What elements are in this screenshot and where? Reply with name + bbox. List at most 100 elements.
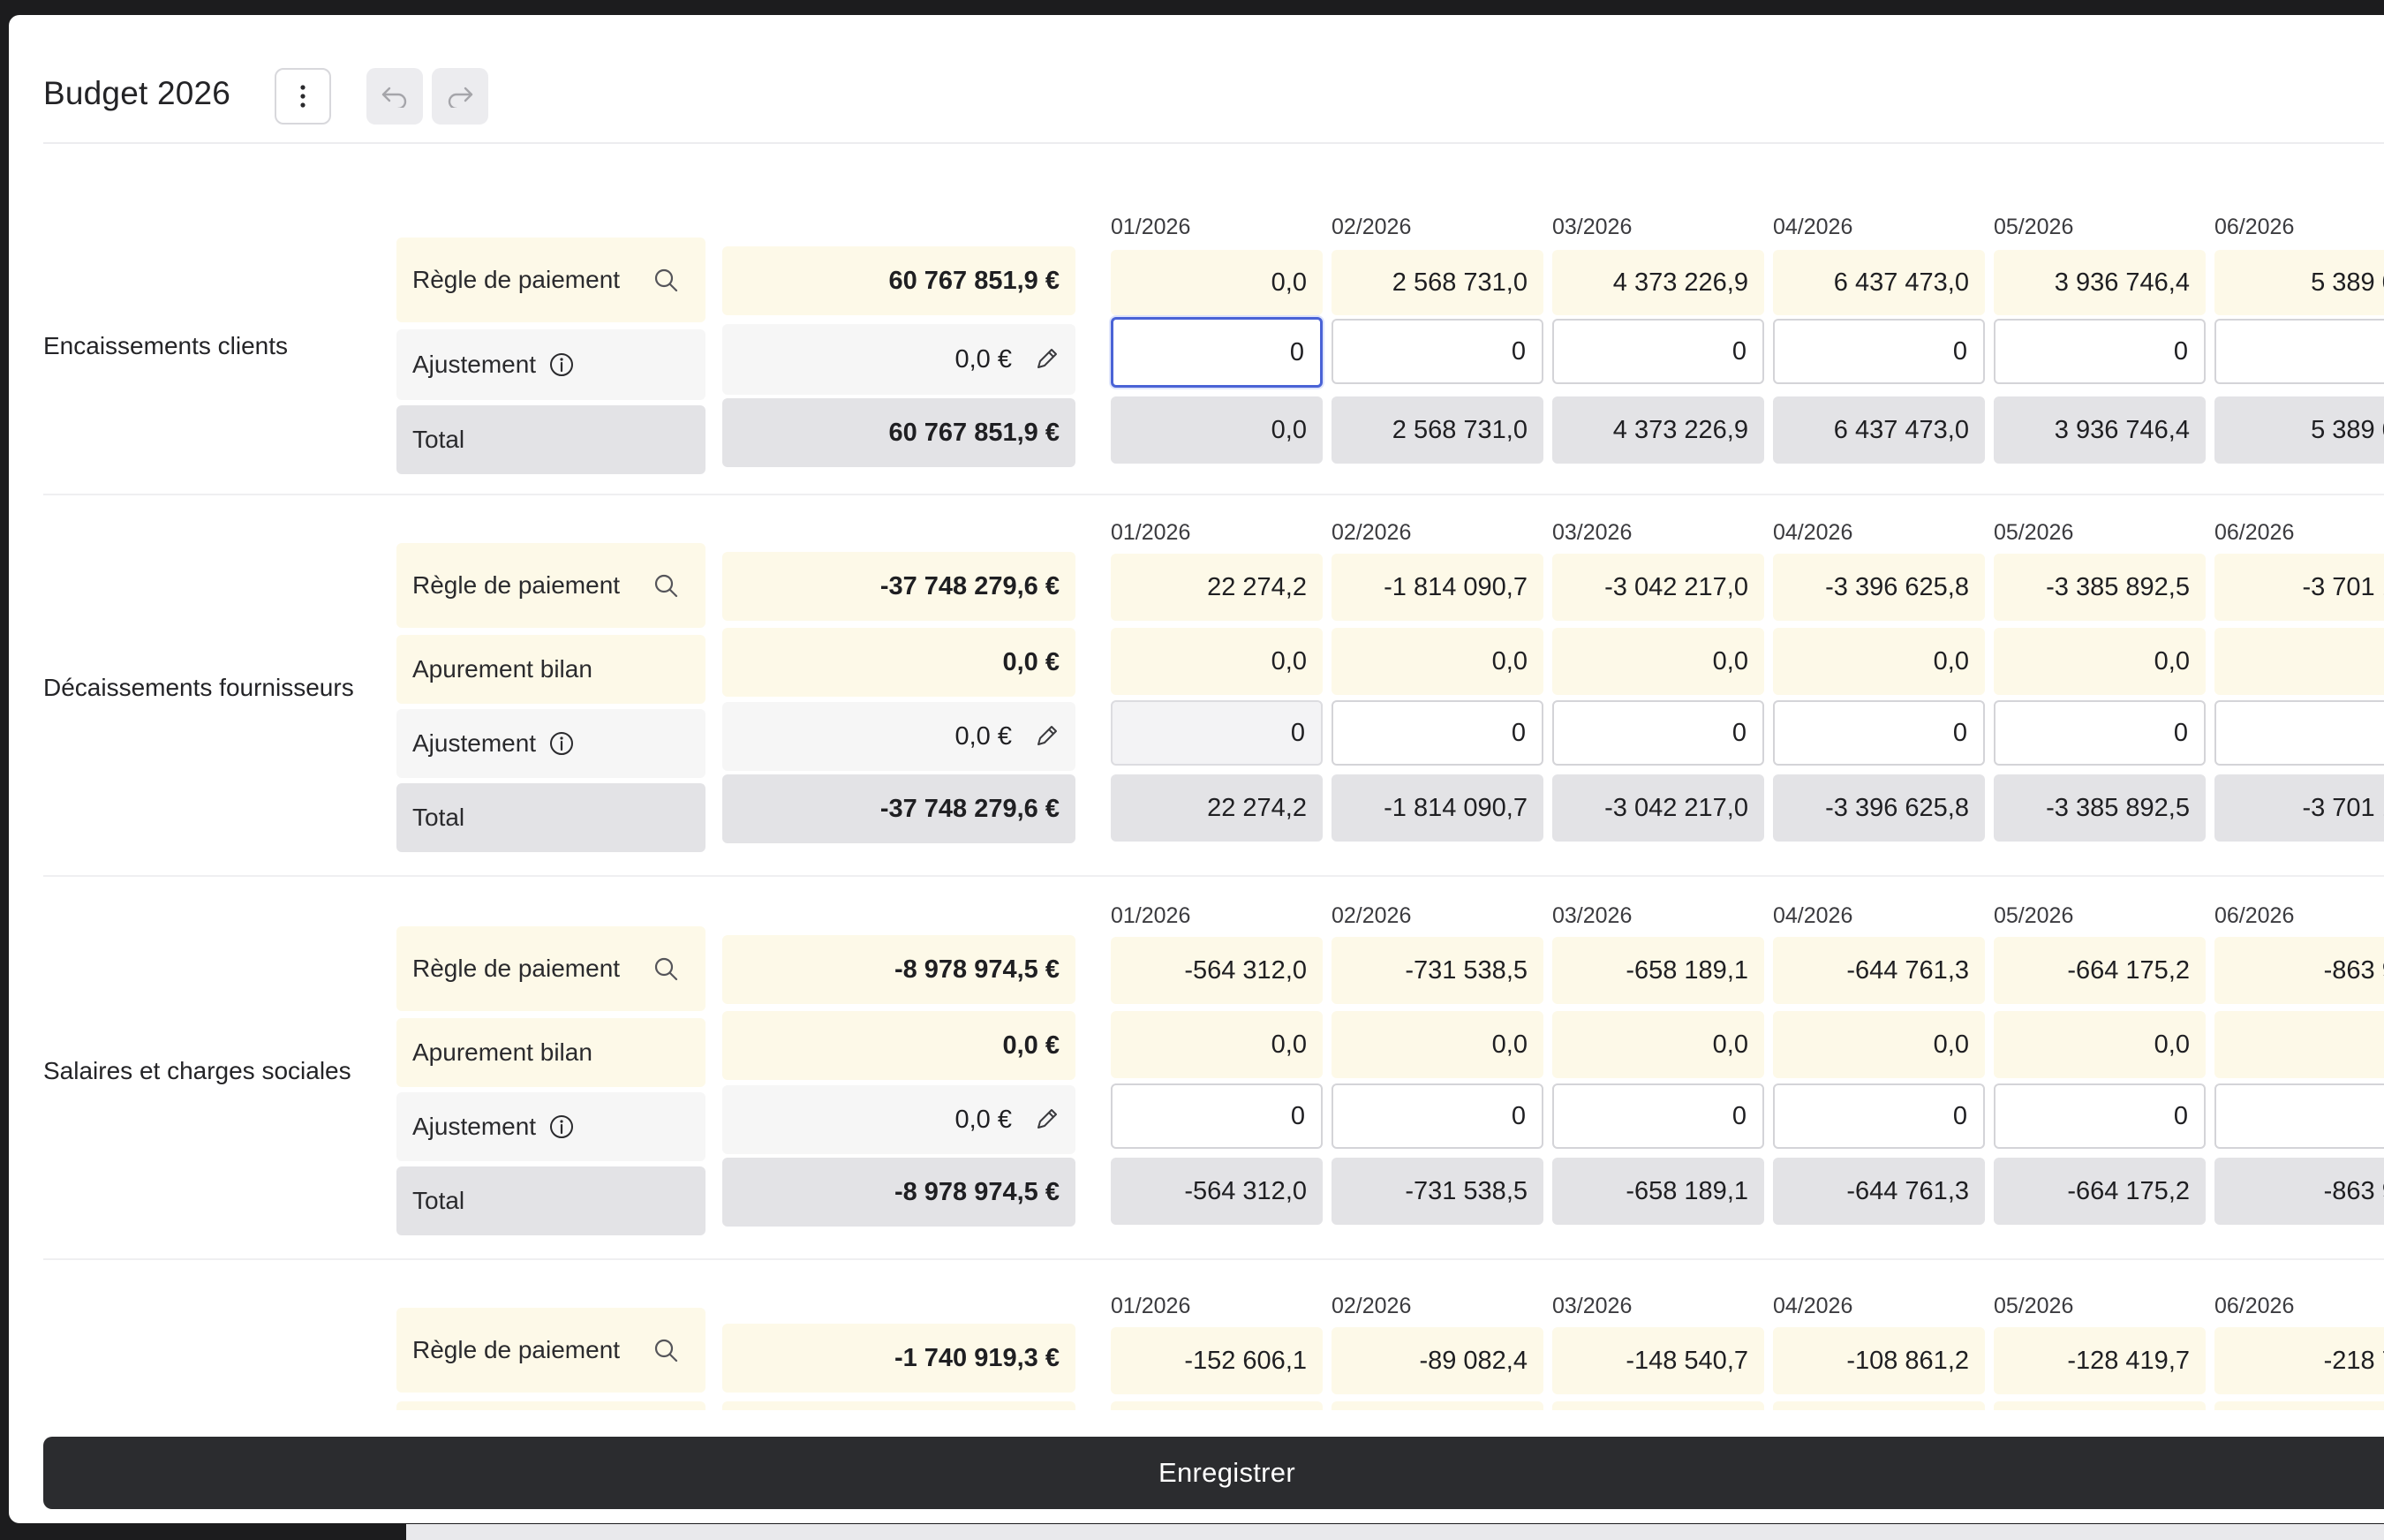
total-cell: 0,0	[1111, 396, 1323, 464]
row-label-payment-rule[interactable]: Règle de paiement	[396, 926, 705, 1011]
month-label: 06/2026	[2214, 1294, 2295, 1318]
adjustment-input[interactable]: 0	[1994, 319, 2206, 384]
sum-value: 0,0 €	[954, 344, 1013, 374]
pencil-icon[interactable]	[1033, 346, 1060, 373]
adjustment-input[interactable]: 0	[1111, 317, 1323, 388]
row-label-text: Règle de paiement	[412, 955, 621, 982]
month-label: 05/2026	[1994, 1294, 2074, 1318]
value-cell-next-peek	[2214, 1401, 2384, 1410]
total-cell: -3 396 625,8	[1773, 774, 1985, 842]
adjustment-input[interactable]: 0	[1332, 1083, 1543, 1149]
search-icon[interactable]	[653, 1337, 679, 1363]
month-label: 01/2026	[1111, 520, 1191, 545]
redo-button[interactable]	[432, 68, 488, 125]
row-label-text: Règle de paiement	[412, 1336, 621, 1363]
month-label: 05/2026	[1994, 215, 2074, 239]
info-icon[interactable]	[548, 730, 575, 757]
adjustment-input[interactable]: 0	[1111, 700, 1323, 766]
row-label-adjustment: Ajustement	[396, 329, 705, 400]
adjustment-sum-cell: 0,0 €	[722, 1085, 1075, 1154]
value-cell: 0	[2214, 1011, 2384, 1078]
modal-header: Budget 2026	[43, 50, 2384, 126]
adjustment-input[interactable]	[2214, 319, 2384, 384]
pencil-icon[interactable]	[1033, 723, 1060, 750]
budget-modal: Budget 2026 Encaissements clients 01/202…	[9, 15, 2384, 1523]
month-headers: 01/2026 02/2026 03/2026 04/2026 05/2026 …	[9, 215, 2384, 241]
row-label-text: Ajustement	[412, 729, 537, 757]
row-label-text: Ajustement	[412, 1113, 537, 1140]
row-label-payment-rule[interactable]: Règle de paiement	[396, 1308, 705, 1393]
total-cell: -1 814 090,7	[1332, 774, 1543, 842]
row-label-payment-rule[interactable]: Règle de paiement	[396, 238, 705, 322]
month-headers: 01/2026 02/2026 03/2026 04/2026 05/2026 …	[9, 1294, 2384, 1320]
adjustment-input[interactable]: 0	[1111, 1083, 1323, 1149]
month-label: 02/2026	[1332, 1294, 1412, 1318]
adjustment-input[interactable]: 0	[1994, 700, 2206, 766]
sum-cell: -8 978 974,5 €	[722, 935, 1075, 1004]
total-cell: -731 538,5	[1332, 1158, 1543, 1225]
adjustment-input[interactable]	[2214, 1083, 2384, 1149]
adjustment-input[interactable]: 0	[1994, 1083, 2206, 1149]
month-label: 03/2026	[1552, 520, 1633, 545]
adjustment-input[interactable]: 0	[1552, 1083, 1764, 1149]
value-cell: 0,0	[1552, 628, 1764, 695]
save-button-label: Enregistrer	[1158, 1457, 1295, 1488]
total-cell: -644 761,3	[1773, 1158, 1985, 1225]
total-cell: 4 373 226,9	[1552, 396, 1764, 464]
total-cell: -664 175,2	[1994, 1158, 2206, 1225]
month-label: 03/2026	[1552, 1294, 1633, 1318]
value-cell: 0,0	[1773, 628, 1985, 695]
value-cell: -3 042 217,0	[1552, 554, 1764, 621]
row-label-next-peek	[396, 1401, 705, 1410]
value-cell: 3 936 746,4	[1994, 250, 2206, 315]
adjustment-input[interactable]: 0	[1552, 700, 1764, 766]
value-cell: 0,0	[1994, 628, 2206, 695]
section-title: Salaires et charges sociales	[43, 1057, 351, 1084]
total-cell: -863 96	[2214, 1158, 2384, 1225]
search-icon[interactable]	[653, 267, 679, 293]
adjustment-input[interactable]: 0	[1773, 700, 1985, 766]
info-icon[interactable]	[548, 1113, 575, 1140]
value-cell: 0	[2214, 628, 2384, 695]
month-label: 04/2026	[1773, 903, 1853, 928]
save-button[interactable]: Enregistrer	[43, 1437, 2384, 1509]
month-label: 06/2026	[2214, 520, 2295, 545]
value-cell: -3 701 18	[2214, 554, 2384, 621]
month-label: 01/2026	[1111, 215, 1191, 239]
sum-cell: -1 740 919,3 €	[722, 1324, 1075, 1393]
adjustment-input[interactable]	[2214, 700, 2384, 766]
info-icon[interactable]	[548, 351, 575, 378]
value-cell: -658 189,1	[1552, 937, 1764, 1004]
row-label-text: Ajustement	[412, 351, 537, 378]
total-cell: 22 274,2	[1111, 774, 1323, 842]
value-cell: 0,0	[1994, 1011, 2206, 1078]
value-cell: -148 540,7	[1552, 1327, 1764, 1394]
adjustment-input[interactable]: 0	[1332, 319, 1543, 384]
row-label-text: Apurement bilan	[412, 655, 592, 683]
total-cell: 2 568 731,0	[1332, 396, 1543, 464]
value-cell: 2 568 731,0	[1332, 250, 1543, 315]
month-label: 05/2026	[1994, 903, 2074, 928]
undo-button[interactable]	[366, 68, 423, 125]
row-label-payment-rule[interactable]: Règle de paiement	[396, 543, 705, 628]
adjustment-input[interactable]: 0	[1773, 1083, 1985, 1149]
month-label: 02/2026	[1332, 903, 1412, 928]
budget-table[interactable]: Encaissements clients 01/2026 02/2026 03…	[9, 144, 2384, 1410]
value-cell: -89 082,4	[1332, 1327, 1543, 1394]
adjustment-input[interactable]: 0	[1552, 319, 1764, 384]
value-cell: -863 96	[2214, 937, 2384, 1004]
search-icon[interactable]	[653, 955, 679, 982]
month-label: 06/2026	[2214, 215, 2295, 239]
pencil-icon[interactable]	[1033, 1106, 1060, 1133]
more-options-button[interactable]	[275, 68, 331, 125]
adjustment-input[interactable]: 0	[1332, 700, 1543, 766]
total-cell: -3 701 18	[2214, 774, 2384, 842]
adjustment-input[interactable]: 0	[1773, 319, 1985, 384]
app-bottom-behind	[0, 1524, 2384, 1540]
value-cell: 0,0	[1332, 1011, 1543, 1078]
value-cell: -128 419,7	[1994, 1327, 2206, 1394]
search-icon[interactable]	[653, 572, 679, 599]
row-label-total: Total	[396, 783, 705, 852]
row-label-text: Total	[412, 1187, 465, 1214]
redo-icon	[448, 87, 473, 108]
